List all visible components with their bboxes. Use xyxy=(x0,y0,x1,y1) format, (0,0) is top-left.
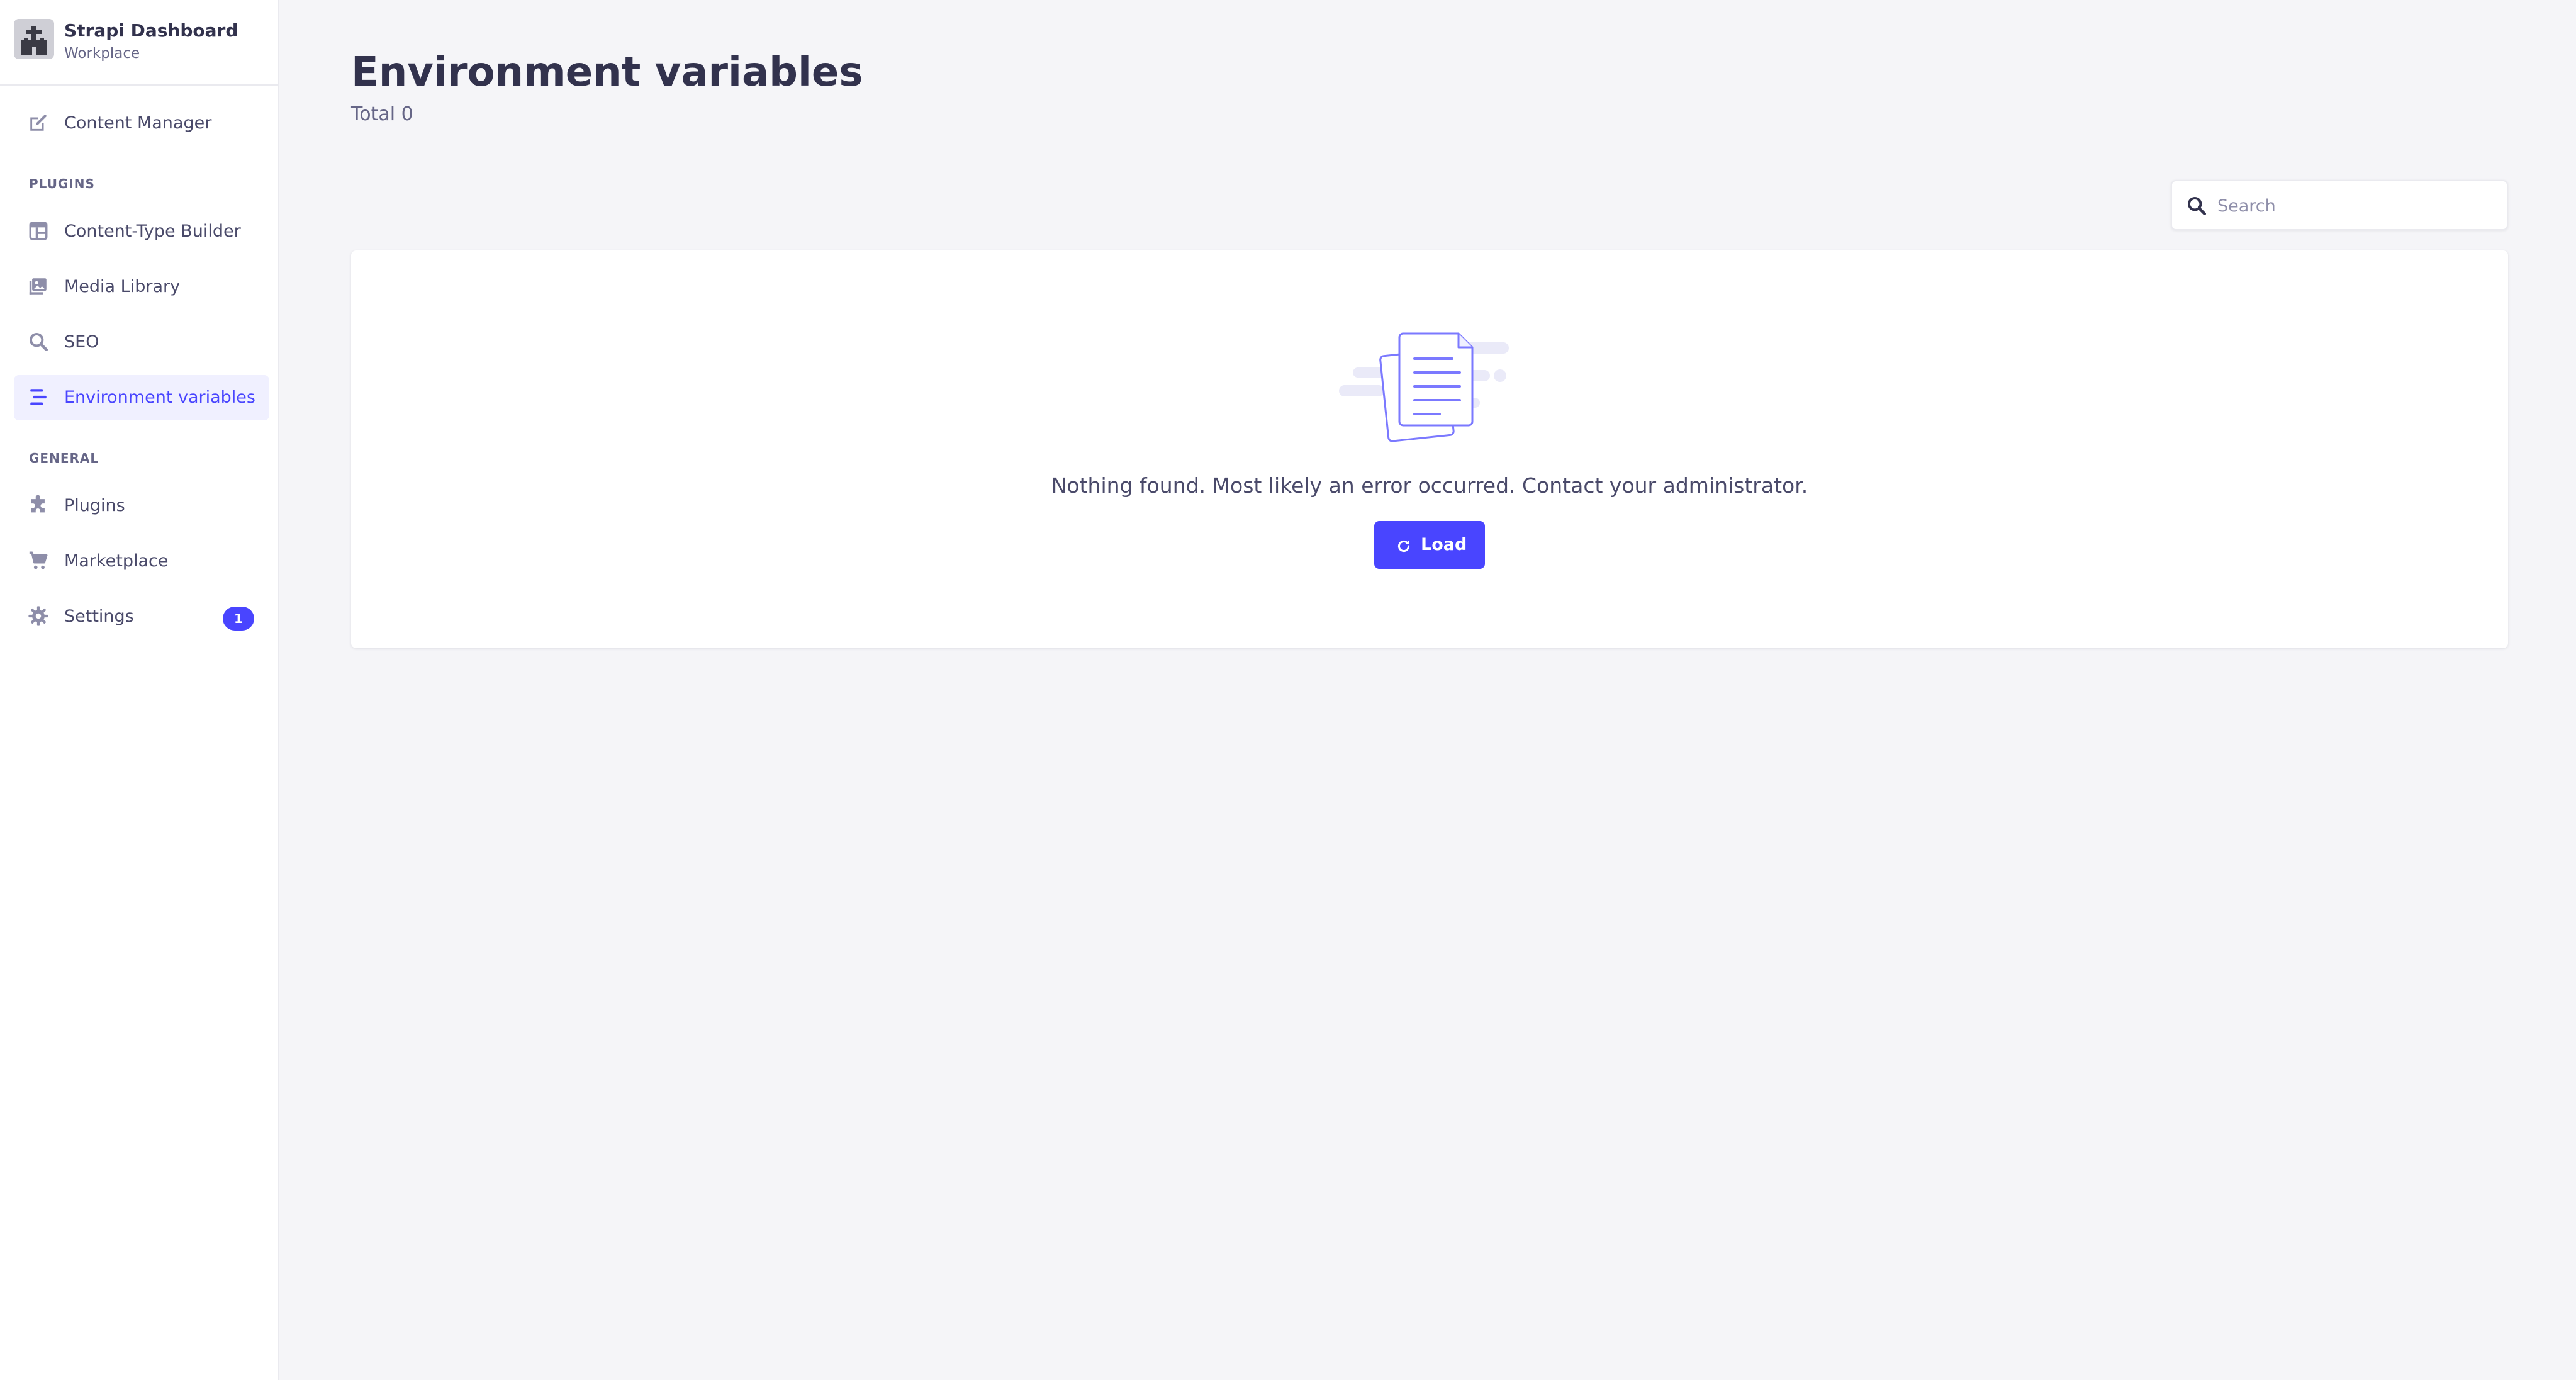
app-root: Strapi Dashboard Workplace Content Manag… xyxy=(0,0,2576,1380)
brand-title: Strapi Dashboard xyxy=(64,20,238,41)
sidebar-item-label: Content Manager xyxy=(64,113,212,133)
content-type-builder-icon xyxy=(28,220,49,244)
content-manager-icon xyxy=(28,112,49,136)
sidebar-item-label: SEO xyxy=(64,332,99,352)
puzzle-icon xyxy=(28,495,49,519)
media-library-icon xyxy=(28,276,49,300)
brand-subtitle: Workplace xyxy=(64,45,140,62)
empty-state-message: Nothing found. Most likely an error occu… xyxy=(1051,473,1808,498)
sidebar: Strapi Dashboard Workplace Content Manag… xyxy=(0,0,279,1380)
sidebar-item-label: Media Library xyxy=(64,277,181,296)
sidebar-item-label: Content-Type Builder xyxy=(64,222,241,241)
sidebar-item-label: Settings xyxy=(64,607,134,626)
search-icon xyxy=(28,331,49,355)
brand-header: Strapi Dashboard Workplace xyxy=(0,0,278,86)
page-subtitle: Total 0 xyxy=(351,103,413,125)
environment-variables-icon xyxy=(28,386,49,410)
load-button-label: Load xyxy=(1421,535,1467,554)
section-label-plugins: PLUGINS xyxy=(29,176,95,191)
documents-illustration xyxy=(1339,327,1520,451)
sidebar-item-label: Environment variables xyxy=(64,388,255,407)
search-icon xyxy=(2186,195,2207,219)
cart-icon xyxy=(28,550,49,574)
refresh-icon xyxy=(1396,538,1412,557)
sidebar-item-content-manager[interactable]: Content Manager xyxy=(14,101,269,146)
search-input[interactable] xyxy=(2216,190,2495,222)
sidebar-item-environment-variables[interactable]: Environment variables xyxy=(14,375,269,420)
sidebar-item-seo[interactable]: SEO xyxy=(14,320,269,365)
empty-state-card: Nothing found. Most likely an error occu… xyxy=(351,250,2508,648)
workplace-logo xyxy=(14,19,54,59)
sidebar-item-media-library[interactable]: Media Library xyxy=(14,264,269,310)
section-label-general: GENERAL xyxy=(29,451,99,466)
sidebar-item-plugins[interactable]: Plugins xyxy=(14,483,269,529)
page-title: Environment variables xyxy=(351,49,863,96)
sidebar-item-marketplace[interactable]: Marketplace xyxy=(14,539,269,584)
sidebar-item-content-type-builder[interactable]: Content-Type Builder xyxy=(14,209,269,254)
search-box[interactable] xyxy=(2171,180,2508,230)
sidebar-item-label: Plugins xyxy=(64,496,125,515)
load-button[interactable]: Load xyxy=(1374,521,1485,569)
notification-badge: 1 xyxy=(223,607,254,631)
sidebar-item-settings[interactable]: Settings 1 xyxy=(14,594,269,639)
gear-icon xyxy=(28,605,49,629)
sidebar-item-label: Marketplace xyxy=(64,551,169,571)
